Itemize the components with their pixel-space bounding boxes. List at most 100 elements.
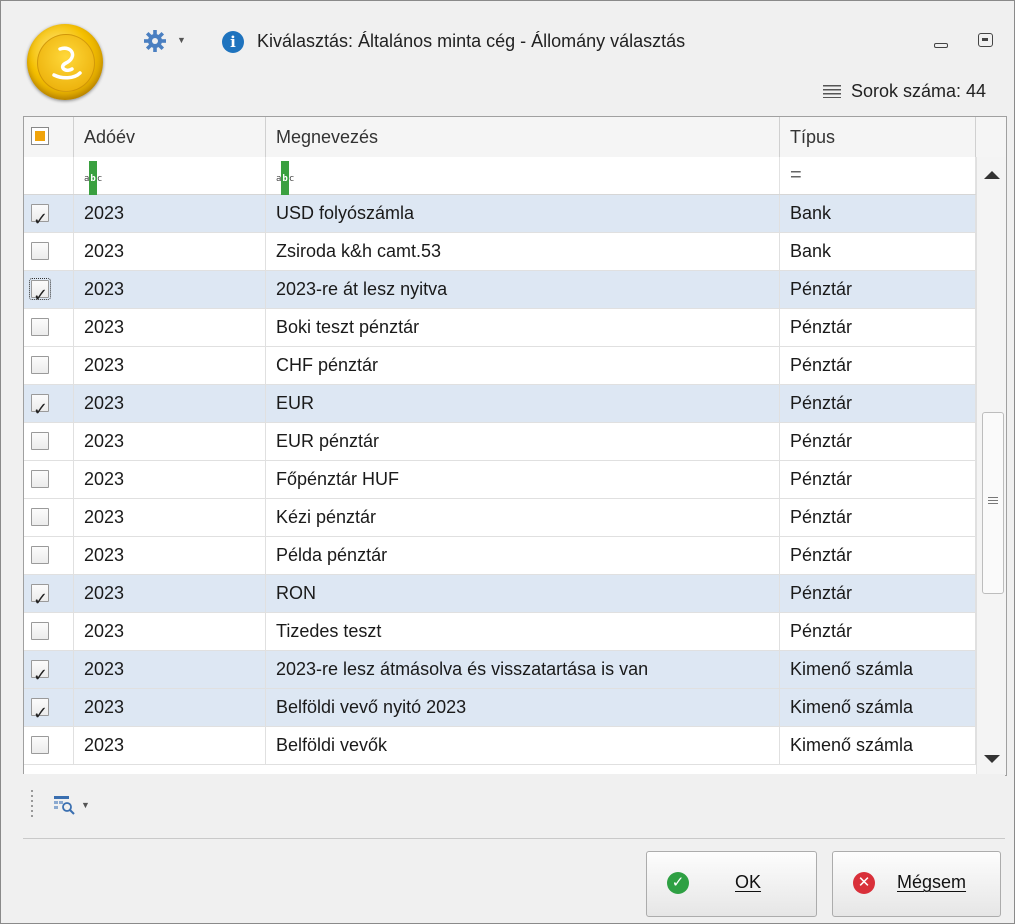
- row-checkbox[interactable]: [29, 277, 51, 309]
- minimize-button[interactable]: [928, 31, 954, 55]
- cell-name[interactable]: Boki teszt pénztár: [266, 309, 780, 347]
- cell-year[interactable]: 2023: [74, 233, 266, 271]
- app-logo[interactable]: [27, 24, 103, 100]
- cell-type[interactable]: Bank: [780, 195, 976, 233]
- column-header-name[interactable]: Megnevezés: [266, 117, 780, 157]
- row-checkbox[interactable]: [31, 318, 49, 336]
- table-row[interactable]: 2023USD folyószámlaBank: [24, 195, 976, 233]
- table-row[interactable]: 2023 Tizedes teszt Pénztár: [24, 613, 976, 651]
- cell-year[interactable]: 2023: [74, 651, 266, 689]
- cell-year[interactable]: 2023: [74, 347, 266, 385]
- filter-cell-year[interactable]: abc: [74, 157, 266, 198]
- cell-name[interactable]: Kézi pénztár: [266, 499, 780, 537]
- row-check-cell[interactable]: [24, 651, 74, 689]
- row-check-cell[interactable]: [24, 423, 74, 461]
- cell-type[interactable]: Pénztár: [780, 385, 976, 423]
- abc-filter-icon[interactable]: abc: [84, 161, 102, 198]
- cell-name[interactable]: RON: [266, 575, 780, 613]
- settings-menu-button[interactable]: ▼: [143, 29, 191, 55]
- vertical-scrollbar[interactable]: [976, 157, 1006, 775]
- table-row[interactable]: 2023 EUR pénztár Pénztár: [24, 423, 976, 461]
- cell-year[interactable]: 2023: [74, 499, 266, 537]
- cell-name[interactable]: EUR pénztár: [266, 423, 780, 461]
- cell-name[interactable]: 2023-re át lesz nyitva: [266, 271, 780, 309]
- row-checkbox[interactable]: [31, 736, 49, 754]
- cell-type[interactable]: Kimenő számla: [780, 651, 976, 689]
- row-check-cell[interactable]: [24, 613, 74, 651]
- table-row[interactable]: 2023 Boki teszt pénztár Pénztár: [24, 309, 976, 347]
- table-row[interactable]: 20232023-re át lesz nyitvaPénztár: [24, 271, 976, 309]
- cell-year[interactable]: 2023: [74, 613, 266, 651]
- scrollbar-thumb[interactable]: [982, 412, 1004, 594]
- cancel-button[interactable]: ✕ Mégsem: [832, 851, 1001, 917]
- row-check-cell[interactable]: [24, 347, 74, 385]
- cell-type[interactable]: Pénztár: [780, 537, 976, 575]
- cell-name[interactable]: Belföldi vevők: [266, 727, 780, 765]
- select-all-header[interactable]: [24, 117, 74, 157]
- row-check-cell[interactable]: [24, 195, 74, 233]
- cell-year[interactable]: 2023: [74, 195, 266, 233]
- scroll-up-icon[interactable]: [984, 171, 1000, 179]
- find-panel-button[interactable]: ▼: [53, 792, 103, 820]
- row-check-cell[interactable]: [24, 727, 74, 765]
- row-check-cell[interactable]: [24, 233, 74, 271]
- table-row[interactable]: 2023 Belföldi vevők Kimenő számla: [24, 727, 976, 765]
- row-checkbox[interactable]: [31, 695, 49, 727]
- row-checkbox[interactable]: [31, 508, 49, 526]
- column-header-type[interactable]: Típus: [780, 117, 976, 157]
- scroll-down-icon[interactable]: [984, 755, 1000, 763]
- cell-type[interactable]: Pénztár: [780, 613, 976, 651]
- row-check-cell[interactable]: [24, 575, 74, 613]
- column-header-year[interactable]: Adóév: [74, 117, 266, 157]
- cell-type[interactable]: Pénztár: [780, 309, 976, 347]
- cell-name[interactable]: CHF pénztár: [266, 347, 780, 385]
- row-check-cell[interactable]: [24, 309, 74, 347]
- cell-type[interactable]: Pénztár: [780, 499, 976, 537]
- cell-name[interactable]: Tizedes teszt: [266, 613, 780, 651]
- row-check-cell[interactable]: [24, 461, 74, 499]
- equals-filter-icon[interactable]: =: [790, 164, 802, 186]
- cell-type[interactable]: Pénztár: [780, 461, 976, 499]
- cell-name[interactable]: Példa pénztár: [266, 537, 780, 575]
- toolbar-grip[interactable]: [31, 790, 33, 820]
- row-check-cell[interactable]: [24, 689, 74, 727]
- table-row[interactable]: 2023 Zsiroda k&h camt.53 Bank: [24, 233, 976, 271]
- row-checkbox[interactable]: [31, 622, 49, 640]
- cell-type[interactable]: Pénztár: [780, 271, 976, 309]
- cell-year[interactable]: 2023: [74, 537, 266, 575]
- row-checkbox[interactable]: [31, 470, 49, 488]
- ok-button[interactable]: ✓ OK: [646, 851, 817, 917]
- row-checkbox[interactable]: [31, 657, 49, 689]
- abc-filter-icon[interactable]: abc: [276, 161, 294, 198]
- row-checkbox[interactable]: [31, 432, 49, 450]
- table-row[interactable]: 2023 Főpénztár HUF Pénztár: [24, 461, 976, 499]
- cell-year[interactable]: 2023: [74, 271, 266, 309]
- table-row[interactable]: 2023Belföldi vevő nyitó 2023Kimenő száml…: [24, 689, 976, 727]
- table-row[interactable]: 2023RONPénztár: [24, 575, 976, 613]
- cell-name[interactable]: USD folyószámla: [266, 195, 780, 233]
- table-row[interactable]: 20232023-re lesz átmásolva és visszatart…: [24, 651, 976, 689]
- cell-name[interactable]: Zsiroda k&h camt.53: [266, 233, 780, 271]
- row-check-cell[interactable]: [24, 271, 74, 309]
- table-row[interactable]: 2023EURPénztár: [24, 385, 976, 423]
- row-checkbox[interactable]: [31, 546, 49, 564]
- table-row[interactable]: 2023 Kézi pénztár Pénztár: [24, 499, 976, 537]
- cell-year[interactable]: 2023: [74, 423, 266, 461]
- cell-type[interactable]: Pénztár: [780, 575, 976, 613]
- cell-year[interactable]: 2023: [74, 575, 266, 613]
- cell-type[interactable]: Kimenő számla: [780, 689, 976, 727]
- cell-type[interactable]: Bank: [780, 233, 976, 271]
- row-checkbox[interactable]: [31, 242, 49, 260]
- row-checkbox[interactable]: [31, 391, 49, 423]
- cell-type[interactable]: Pénztár: [780, 347, 976, 385]
- cell-year[interactable]: 2023: [74, 461, 266, 499]
- row-check-cell[interactable]: [24, 499, 74, 537]
- row-checkbox[interactable]: [31, 201, 49, 233]
- cell-type[interactable]: Pénztár: [780, 423, 976, 461]
- cell-name[interactable]: EUR: [266, 385, 780, 423]
- maximize-button[interactable]: [973, 29, 999, 53]
- table-row[interactable]: 2023 CHF pénztár Pénztár: [24, 347, 976, 385]
- filter-cell-type[interactable]: =: [780, 157, 976, 194]
- row-checkbox[interactable]: [31, 581, 49, 613]
- table-row[interactable]: 2023 Példa pénztár Pénztár: [24, 537, 976, 575]
